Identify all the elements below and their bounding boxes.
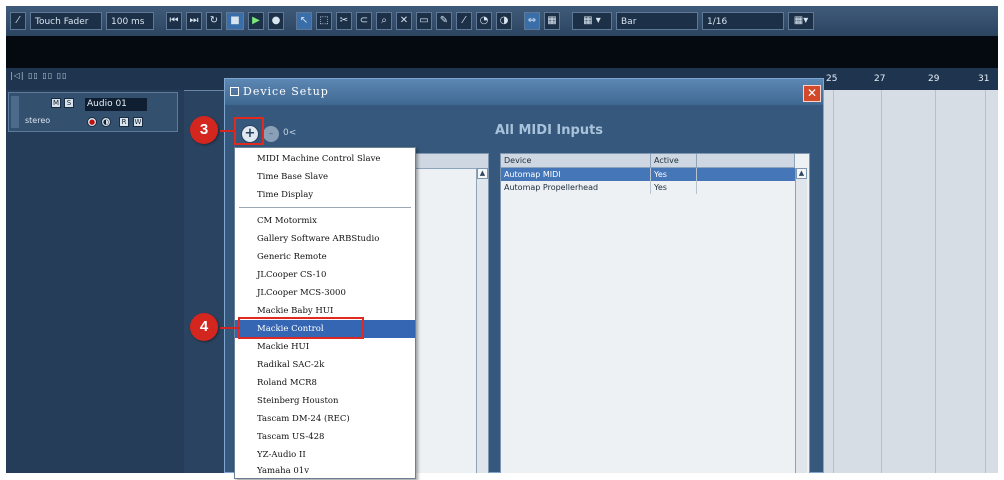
active-cell[interactable]: Yes: [651, 168, 697, 181]
track-list-controls[interactable]: |◁| ▯▯ ▯▯ ▯▯: [10, 71, 68, 85]
glue-tool-icon[interactable]: ⊂: [356, 12, 372, 30]
callout-connector: [220, 130, 236, 132]
menu-separator: [239, 207, 411, 208]
column-header-active[interactable]: Active: [651, 154, 697, 168]
track-name-field[interactable]: Audio 01: [85, 98, 147, 111]
snap-icon[interactable]: ⇔: [524, 12, 540, 30]
table-scrollbar[interactable]: ▲: [795, 168, 807, 473]
stop-button[interactable]: ■: [226, 12, 244, 30]
go-to-start-icon[interactable]: ⏮: [166, 12, 182, 30]
bar-number: 31: [978, 74, 990, 84]
automation-mode-select[interactable]: Touch Fader: [30, 12, 102, 30]
menu-item[interactable]: CM Motormix: [235, 212, 415, 230]
reset-button[interactable]: 0<: [283, 128, 296, 138]
zoom-tool-icon[interactable]: ⌕: [376, 12, 392, 30]
play-button[interactable]: ▶: [248, 12, 264, 30]
column-header-filler: [697, 154, 795, 168]
erase-tool-icon[interactable]: ✕: [396, 12, 412, 30]
menu-item[interactable]: Time Display: [235, 186, 415, 204]
automation-icon[interactable]: ⁄: [10, 12, 26, 30]
color-menu-icon[interactable]: ▦▾: [788, 12, 814, 30]
snap-mode-icon[interactable]: ▦: [544, 12, 560, 30]
remove-device-button[interactable]: –: [263, 126, 279, 142]
audio-track[interactable]: M S Audio 01 stereo ● ◐ R W: [8, 92, 178, 132]
monitor-button[interactable]: ◐: [101, 117, 111, 127]
split-tool-icon[interactable]: ✂: [336, 12, 352, 30]
draw-tool-icon[interactable]: ✎: [436, 12, 452, 30]
table-row[interactable]: Automap MIDI Yes: [501, 168, 795, 181]
record-enable-button[interactable]: ●: [87, 117, 97, 127]
menu-item[interactable]: Steinberg Houston: [235, 392, 415, 410]
app-icon: [230, 87, 239, 96]
track-list: M S Audio 01 stereo ● ◐ R W: [6, 90, 184, 473]
step-3-callout: 3: [190, 116, 218, 144]
grid-type-select[interactable]: Bar: [616, 12, 698, 30]
step-4-callout: 4: [190, 313, 218, 341]
go-to-end-icon[interactable]: ⏭: [186, 12, 202, 30]
menu-item[interactable]: Mackie HUI: [235, 338, 415, 356]
column-header-device[interactable]: Device: [501, 154, 651, 168]
grid-mode-icon[interactable]: ▦ ▾: [572, 12, 612, 30]
bar-number: 29: [928, 74, 940, 84]
device-cell: Automap Propellerhead: [501, 181, 651, 194]
arrange-area[interactable]: [823, 90, 998, 473]
device-cell: Automap MIDI: [501, 168, 651, 181]
mute-tool-icon[interactable]: ▭: [416, 12, 432, 30]
play-tool-icon[interactable]: ◔: [476, 12, 492, 30]
menu-item[interactable]: Tascam US-428: [235, 428, 415, 446]
menu-item[interactable]: Yamaha 01v: [235, 462, 415, 480]
read-automation-button[interactable]: R: [119, 117, 129, 127]
active-cell[interactable]: Yes: [651, 181, 697, 194]
menu-item[interactable]: JLCooper MCS-3000: [235, 284, 415, 302]
cycle-icon[interactable]: ↻: [206, 12, 222, 30]
close-button[interactable]: ✕: [803, 85, 821, 102]
bar-number: 25: [826, 74, 838, 84]
add-device-menu: MIDI Machine Control Slave Time Base Sla…: [234, 147, 416, 479]
track-color-strip: [11, 96, 19, 128]
main-toolbar: ⁄ Touch Fader 100 ms ⏮ ⏭ ↻ ■ ▶ ● ↖ ⬚ ✂ ⊂…: [6, 6, 998, 36]
menu-item[interactable]: JLCooper CS-10: [235, 266, 415, 284]
range-tool-icon[interactable]: ⬚: [316, 12, 332, 30]
device-list-scrollbar[interactable]: ▲: [476, 168, 488, 473]
pointer-tool-icon[interactable]: ↖: [296, 12, 312, 30]
add-button-highlight: [234, 117, 264, 145]
mackie-control-highlight: [238, 317, 364, 339]
midi-inputs-table[interactable]: Device Active Automap MIDI Yes Automap P…: [500, 153, 810, 473]
scrub-tool-icon[interactable]: ◑: [496, 12, 512, 30]
menu-item[interactable]: Gallery Software ARBStudio: [235, 230, 415, 248]
menu-item[interactable]: Time Base Slave: [235, 168, 415, 186]
table-row[interactable]: Automap Propellerhead Yes: [501, 181, 795, 194]
scroll-up-icon[interactable]: ▲: [477, 168, 488, 179]
menu-item[interactable]: Generic Remote: [235, 248, 415, 266]
info-line: [6, 36, 998, 68]
write-automation-button[interactable]: W: [133, 117, 143, 127]
line-tool-icon[interactable]: ⁄: [456, 12, 472, 30]
callout-connector: [220, 327, 240, 329]
mute-button[interactable]: M: [51, 98, 61, 108]
cubase-window: ⁄ Touch Fader 100 ms ⏮ ⏭ ↻ ■ ▶ ● ↖ ⬚ ✂ ⊂…: [6, 6, 998, 473]
automation-time-select[interactable]: 100 ms: [106, 12, 154, 30]
menu-item[interactable]: Radikal SAC-2k: [235, 356, 415, 374]
record-button[interactable]: ●: [268, 12, 284, 30]
menu-item[interactable]: MIDI Machine Control Slave: [235, 150, 415, 168]
bar-number: 27: [874, 74, 886, 84]
dialog-title: Device Setup: [243, 85, 329, 98]
menu-item[interactable]: Tascam DM-24 (REC): [235, 410, 415, 428]
track-channel-mode: stereo: [25, 116, 51, 125]
solo-button[interactable]: S: [64, 98, 74, 108]
panel-title: All MIDI Inputs: [495, 123, 604, 138]
menu-item[interactable]: Roland MCR8: [235, 374, 415, 392]
dialog-titlebar[interactable]: Device Setup ✕: [225, 79, 823, 105]
quantize-select[interactable]: 1/16: [702, 12, 784, 30]
scroll-up-icon[interactable]: ▲: [796, 168, 807, 179]
